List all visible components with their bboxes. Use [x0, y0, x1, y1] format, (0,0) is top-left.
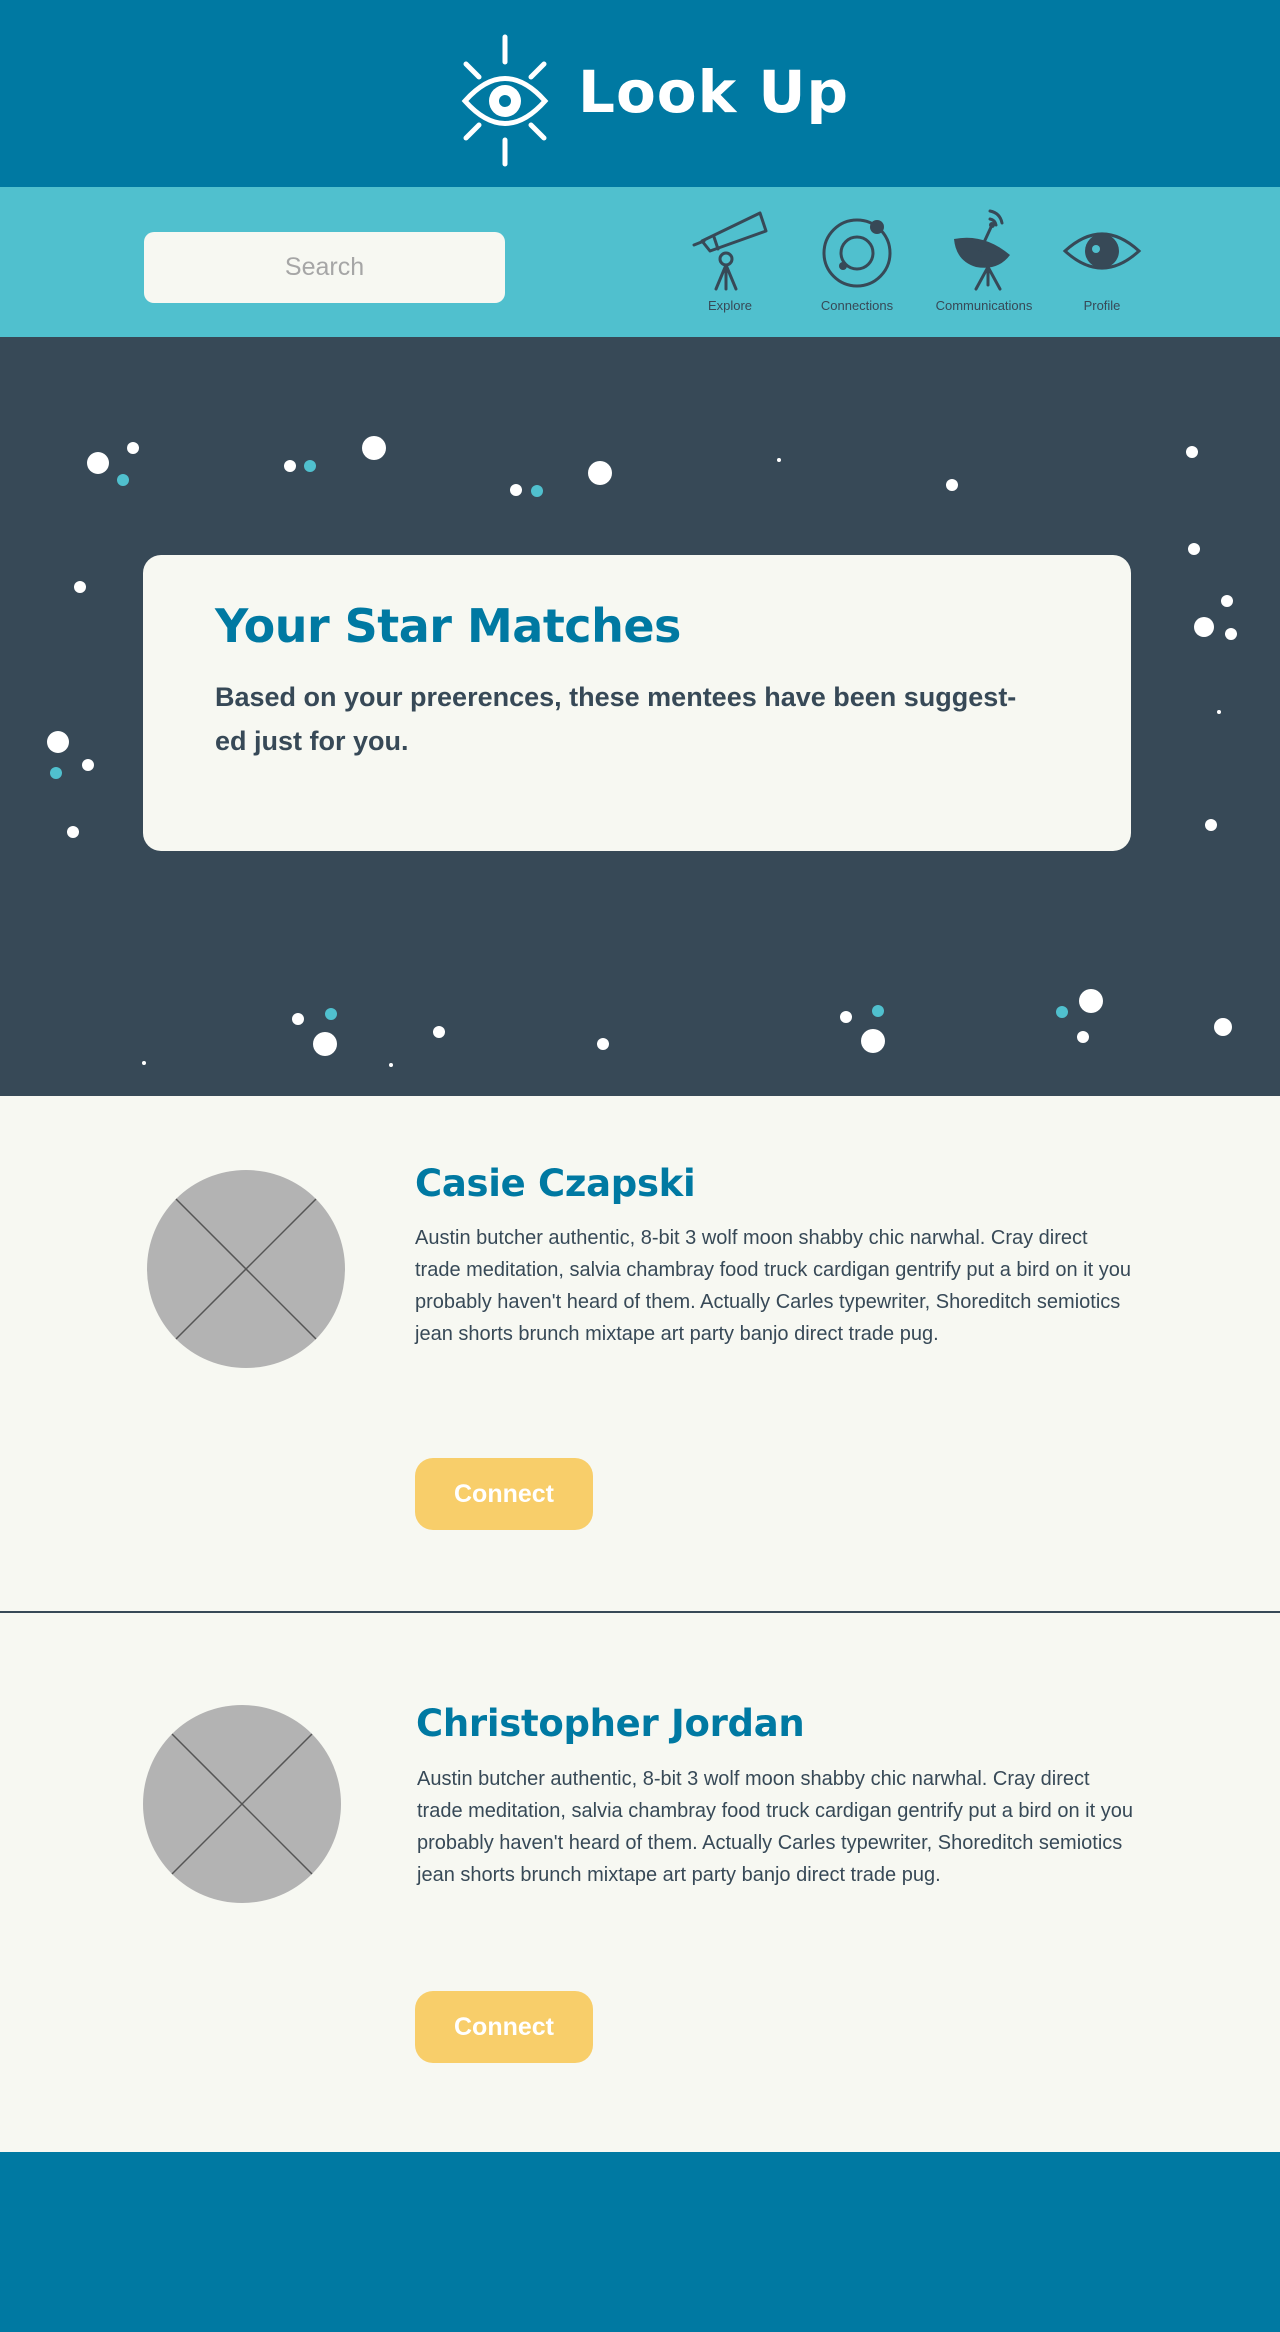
connect-button[interactable]: Connect — [415, 1991, 593, 2063]
divider — [0, 1611, 1280, 1613]
hero-description-line-2: ed just for you. — [215, 726, 409, 756]
nav-label-communications: Communications — [935, 298, 1033, 313]
match-name[interactable]: Casie Czapski — [415, 1162, 696, 1205]
nav-label-explore: Explore — [707, 298, 753, 313]
telescope-icon — [692, 211, 768, 291]
hero-title: Your Star Matches — [215, 599, 681, 653]
match-name[interactable]: Christopher Jordan — [416, 1702, 805, 1745]
search-input[interactable] — [144, 232, 505, 303]
nav-label-profile: Profile — [1083, 298, 1121, 313]
nav-item-profile[interactable]: Profile — [1052, 205, 1152, 315]
nav-item-explore[interactable]: Explore — [680, 205, 780, 315]
hero-description: Based on your preerences, these mentees … — [215, 675, 1059, 763]
eye-sun-icon[interactable] — [460, 34, 550, 168]
hero-section: Your Star Matches Based on your preerenc… — [0, 337, 1280, 1096]
satellite-dish-icon — [954, 209, 1010, 291]
nav-item-connections[interactable]: Connections — [807, 205, 907, 315]
connect-button[interactable]: Connect — [415, 1458, 593, 1530]
app-title: Look Up — [578, 58, 850, 126]
nav-label-connections: Connections — [820, 298, 894, 313]
orbit-icon — [822, 218, 892, 288]
avatar-placeholder-icon[interactable] — [146, 1169, 346, 1369]
eye-icon — [1062, 232, 1142, 270]
site-header: Look Up — [0, 0, 1280, 187]
hero-description-line-1: Based on your preerences, these mentees … — [215, 682, 1017, 712]
match-bio: Austin butcher authentic, 8-bit 3 wolf m… — [415, 1227, 1131, 1345]
match-bio: Austin butcher authentic, 8-bit 3 wolf m… — [417, 1768, 1133, 1886]
hero-card: Your Star Matches Based on your preerenc… — [143, 555, 1131, 851]
site-footer — [0, 2152, 1280, 2332]
avatar-placeholder-icon[interactable] — [142, 1704, 342, 1904]
nav-item-communications[interactable]: Communications — [924, 205, 1044, 315]
